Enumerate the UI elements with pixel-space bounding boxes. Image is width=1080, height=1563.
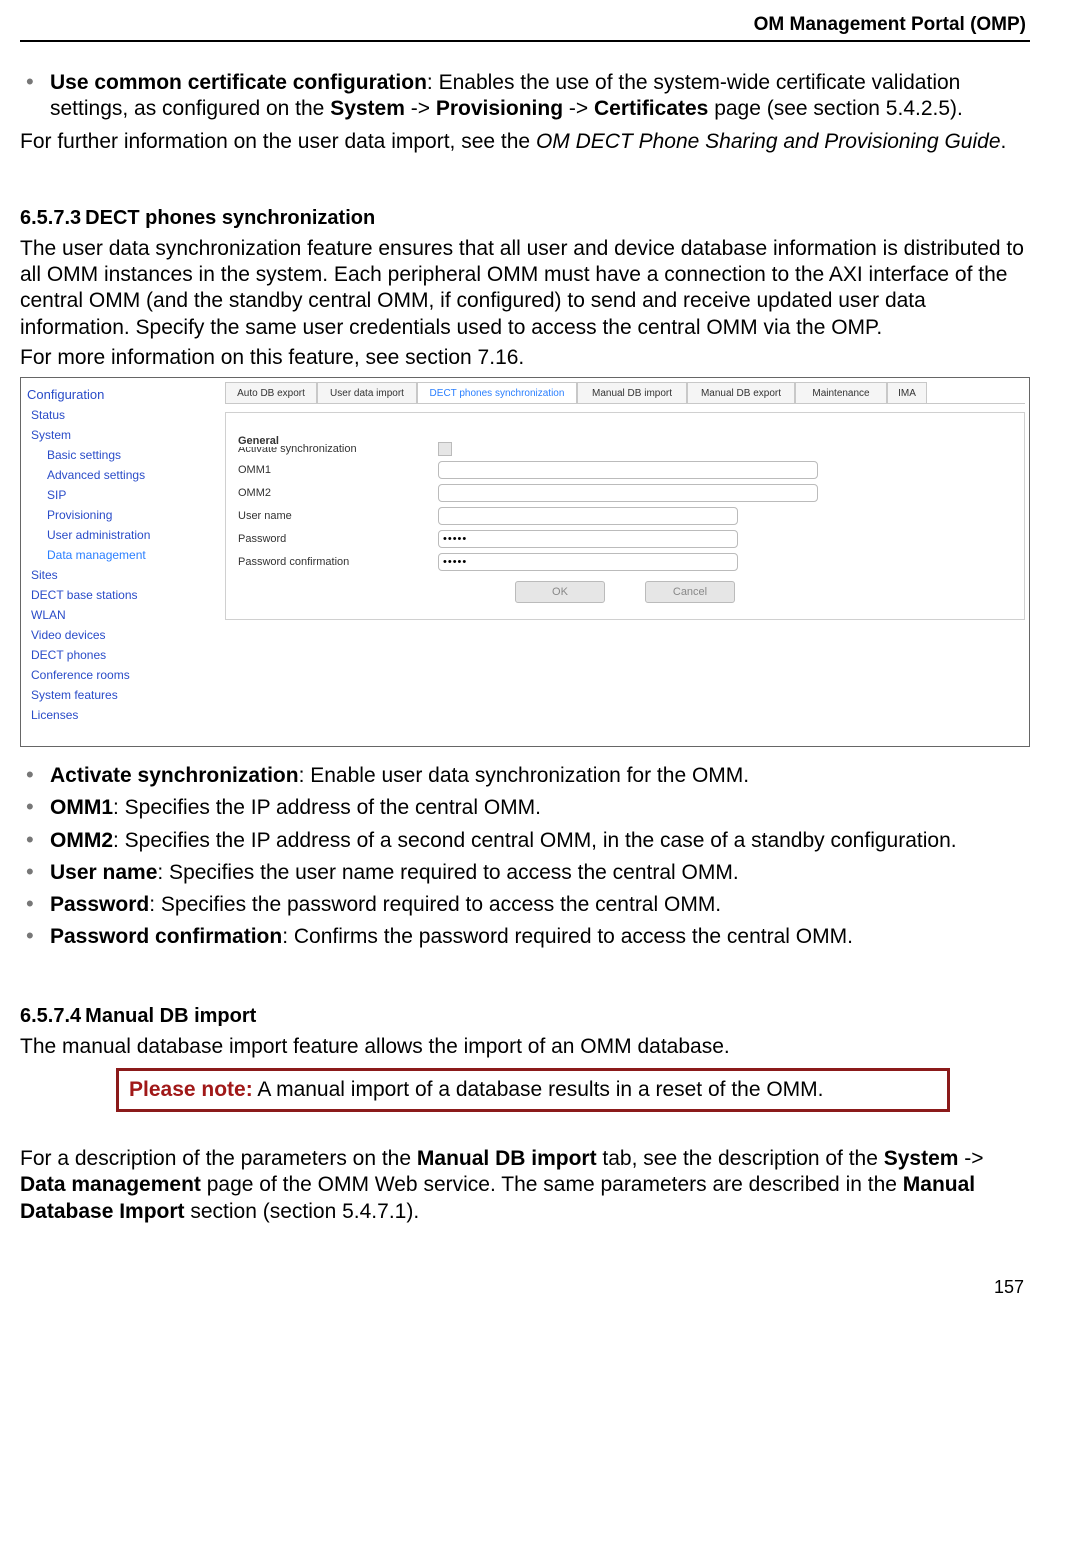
input-omm1[interactable]	[438, 461, 818, 479]
term: Password	[50, 893, 149, 916]
bullet-omm1: OMM1: Specifies the IP address of the ce…	[20, 795, 1030, 821]
label-omm1: OMM1	[238, 464, 438, 476]
term: Activate synchronization	[50, 764, 299, 787]
section-heading-2: 6.5.7.4Manual DB import	[20, 1005, 1030, 1028]
page-number: 157	[20, 1277, 1030, 1298]
bullet-activate-sync: Activate synchronization: Enable user da…	[20, 763, 1030, 789]
arrow2: ->	[563, 97, 594, 120]
input-password[interactable]	[438, 530, 738, 548]
cancel-button[interactable]: Cancel	[645, 581, 735, 603]
nav-status[interactable]: Status	[21, 405, 221, 425]
bullet-password-confirmation: Password confirmation: Confirms the pass…	[20, 924, 1030, 950]
text: : Specifies the IP address of the centra…	[113, 796, 541, 819]
field-bullets: Activate synchronization: Enable user da…	[20, 763, 1030, 951]
label-omm2: OMM2	[238, 487, 438, 499]
label-user-name: User name	[238, 510, 438, 522]
arrow1: ->	[405, 97, 436, 120]
section-number-2: 6.5.7.4	[20, 1005, 81, 1027]
bottom-paragraph: For a description of the parameters on t…	[20, 1146, 1030, 1225]
term: User name	[50, 861, 157, 884]
nav-wlan[interactable]: WLAN	[21, 605, 221, 625]
note-text: A manual import of a database results in…	[253, 1078, 824, 1101]
top-para-b: .	[1001, 130, 1007, 153]
section-heading-1: 6.5.7.3DECT phones synchronization	[20, 207, 1030, 230]
section-title-1: DECT phones synchronization	[85, 207, 375, 229]
nav-sites[interactable]: Sites	[21, 565, 221, 585]
tab-manual-db-import[interactable]: Manual DB import	[577, 382, 687, 403]
nav-licenses[interactable]: Licenses	[21, 705, 221, 725]
bullet-omm2: OMM2: Specifies the IP address of a seco…	[20, 828, 1030, 854]
nav-advanced-settings[interactable]: Advanced settings	[21, 465, 221, 485]
section-title-2: Manual DB import	[85, 1005, 256, 1027]
path-provisioning: Provisioning	[436, 97, 563, 120]
input-omm2[interactable]	[438, 484, 818, 502]
nav-basic-settings[interactable]: Basic settings	[21, 445, 221, 465]
tab-ima[interactable]: IMA	[887, 382, 927, 403]
tab-maintenance[interactable]: Maintenance	[795, 382, 887, 403]
bp-d: System	[884, 1147, 959, 1170]
ok-button[interactable]: OK	[515, 581, 605, 603]
label-password-confirmation: Password confirmation	[238, 556, 438, 568]
top-paragraph: For further information on the user data…	[20, 129, 1030, 155]
tab-auto-db-export[interactable]: Auto DB export	[225, 382, 317, 403]
header-rule	[20, 40, 1030, 42]
nav-video-devices[interactable]: Video devices	[21, 625, 221, 645]
guide-title: OM DECT Phone Sharing and Provisioning G…	[536, 130, 1001, 153]
input-password-confirmation[interactable]	[438, 553, 738, 571]
top-bullet-list: Use common certificate configuration: En…	[20, 70, 1030, 123]
text: : Enable user data synchronization for t…	[299, 764, 750, 787]
nav-conference-rooms[interactable]: Conference rooms	[21, 665, 221, 685]
path-certificates: Certificates	[594, 97, 708, 120]
bp-g: page of the OMM Web service. The same pa…	[201, 1173, 903, 1196]
note-label: Please note:	[129, 1078, 253, 1101]
note-box: Please note: A manual import of a databa…	[116, 1068, 950, 1112]
input-user-name[interactable]	[438, 507, 738, 525]
checkbox-activate-sync[interactable]	[438, 442, 452, 456]
term: Password confirmation	[50, 925, 282, 948]
bp-f: Data management	[20, 1173, 201, 1196]
tab-dect-phones-sync[interactable]: DECT phones synchronization	[417, 382, 577, 403]
nav-system-features[interactable]: System features	[21, 685, 221, 705]
text: : Confirms the password required to acce…	[282, 925, 853, 948]
bullet-user-name: User name: Specifies the user name requi…	[20, 860, 1030, 886]
top-para-a: For further information on the user data…	[20, 130, 536, 153]
text: : Specifies the user name required to ac…	[157, 861, 738, 884]
bp-c: tab, see the description of the	[597, 1147, 884, 1170]
term: Use common certificate configuration	[50, 71, 427, 94]
nav-provisioning[interactable]: Provisioning	[21, 505, 221, 525]
section2-para1: The manual database import feature allow…	[20, 1034, 1030, 1060]
bp-a: For a description of the parameters on t…	[20, 1147, 417, 1170]
term: OMM2	[50, 829, 113, 852]
tab-user-data-import[interactable]: User data import	[317, 382, 417, 403]
sidebar: Configuration Status System Basic settin…	[21, 378, 221, 746]
text-b: page (see section 5.4.2.5).	[708, 97, 963, 120]
text: : Specifies the IP address of a second c…	[113, 829, 957, 852]
fieldset-legend: General	[236, 435, 281, 447]
nav-sip[interactable]: SIP	[21, 485, 221, 505]
bp-i: section (section 5.4.7.1).	[185, 1200, 420, 1223]
section-number-1: 6.5.7.3	[20, 207, 81, 229]
main-panel: Auto DB export User data import DECT pho…	[225, 382, 1025, 742]
section1-para2: For more information on this feature, se…	[20, 345, 1030, 371]
section1-para1: The user data synchronization feature en…	[20, 236, 1030, 341]
nav-system[interactable]: System	[21, 425, 221, 445]
general-fieldset: General Activate synchronization OMM1 OM…	[225, 412, 1025, 620]
tab-bar: Auto DB export User data import DECT pho…	[225, 382, 1025, 404]
path-system: System	[330, 97, 405, 120]
running-header: OM Management Portal (OMP)	[20, 14, 1030, 36]
bullet-use-common-cert: Use common certificate configuration: En…	[20, 70, 1030, 123]
bp-b: Manual DB import	[417, 1147, 597, 1170]
bp-e: ->	[958, 1147, 983, 1170]
tab-manual-db-export[interactable]: Manual DB export	[687, 382, 795, 403]
embedded-screenshot: Configuration Status System Basic settin…	[20, 377, 1030, 747]
bullet-password: Password: Specifies the password require…	[20, 892, 1030, 918]
text: : Specifies the password required to acc…	[149, 893, 721, 916]
nav-user-administration[interactable]: User administration	[21, 525, 221, 545]
term: OMM1	[50, 796, 113, 819]
label-password: Password	[238, 533, 438, 545]
nav-title: Configuration	[21, 384, 221, 405]
nav-data-management[interactable]: Data management	[21, 545, 221, 565]
nav-dect-base-stations[interactable]: DECT base stations	[21, 585, 221, 605]
nav-dect-phones[interactable]: DECT phones	[21, 645, 221, 665]
